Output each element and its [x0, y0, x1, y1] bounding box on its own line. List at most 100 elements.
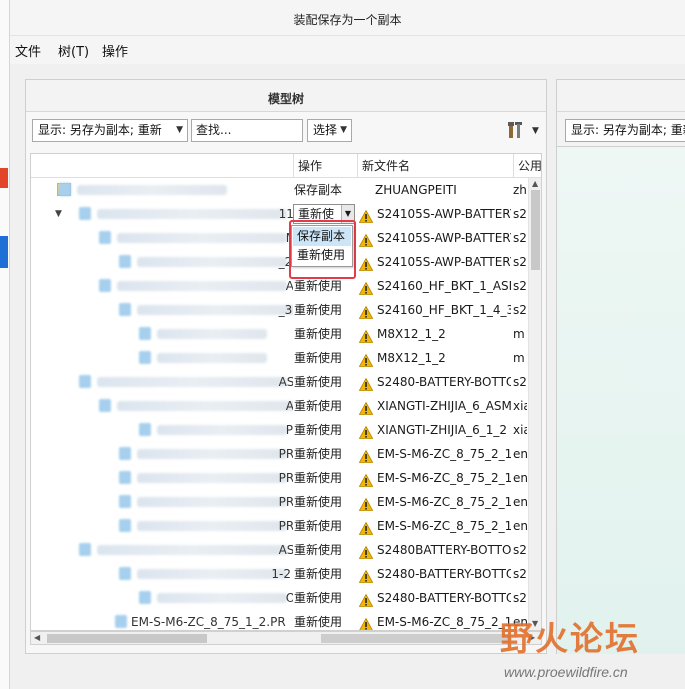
tree-node-name[interactable]: M [31, 226, 293, 250]
table-row[interactable]: PR 重新使用 EM-S-M6-ZC_8_75_2_1 en [31, 466, 527, 490]
table-row[interactable]: _2 S24105S-AWP-BATTERY s2 [31, 250, 527, 274]
operation-cell[interactable]: 重新使用 [293, 514, 355, 538]
new-filename-cell[interactable]: EM-S-M6-ZC_8_75_2_1 [357, 466, 511, 490]
table-row[interactable]: PR 重新使用 EM-S-M6-ZC_8_75_2_1 en [31, 442, 527, 466]
menu-actions[interactable]: 操作 [102, 41, 128, 60]
tree-node-name[interactable]: PR [31, 442, 293, 466]
common-name-cell[interactable]: en [513, 490, 527, 514]
new-filename-cell[interactable]: XIANGTI-ZHIJIA_6_1_2 [357, 418, 511, 442]
common-name-cell[interactable]: en [513, 442, 527, 466]
table-row[interactable]: PR 重新使用 EM-S-M6-ZC_8_75_2_1 en [31, 490, 527, 514]
operation-cell[interactable]: 重新使用 [293, 346, 355, 370]
tree-node-name[interactable]: _3 [31, 298, 293, 322]
tree-node-name[interactable]: _2 [31, 250, 293, 274]
tree-node-name[interactable]: ▼ 11 [31, 202, 293, 226]
menu-file[interactable]: 文件 [15, 41, 41, 60]
common-name-cell[interactable]: xia [513, 394, 527, 418]
table-row[interactable]: ▼ 11 重新使 ▼ S24105S-AWP-BATTERY s2 [31, 202, 527, 226]
right-display-filter-combo[interactable]: 显示: 另存为副本; 重新 [565, 119, 685, 142]
menu-tree[interactable]: 树(T) [58, 41, 89, 60]
common-name-cell[interactable]: s2 [513, 562, 527, 586]
common-name-cell[interactable]: s2 [513, 538, 527, 562]
tree-node-name[interactable] [31, 346, 293, 370]
tree-node-name[interactable]: EM-S-M6-ZC_8_75_1_2.PR [31, 610, 293, 630]
table-row[interactable]: 保存副本 ZHUANGPEITI zh [31, 178, 527, 202]
common-name-cell[interactable]: m [513, 322, 527, 346]
new-filename-cell[interactable]: EM-S-M6-ZC_8_75_2_1 [357, 442, 511, 466]
operation-cell[interactable]: 重新使用 [293, 538, 355, 562]
table-row[interactable]: EM-S-M6-ZC_8_75_1_2.PR 重新使用 EM-S-M6-ZC_8_7… [31, 610, 527, 630]
dropdown-option-save-copy[interactable]: 保存副本 [293, 227, 351, 246]
tree-node-name[interactable]: A [31, 394, 293, 418]
search-input[interactable]: 查找... [191, 119, 303, 142]
vertical-scrollbar[interactable]: ▲ ▼ [528, 178, 541, 630]
tree-node-name[interactable]: 1-2 [31, 562, 293, 586]
scroll-left-icon[interactable]: ◀ [34, 633, 40, 642]
common-name-cell[interactable]: s2 [513, 586, 527, 610]
operation-cell[interactable]: 重新使用 [293, 610, 355, 630]
operation-cell[interactable]: 重新使用 [293, 442, 355, 466]
new-filename-cell[interactable]: S24105S-AWP-BATTERY [357, 226, 511, 250]
common-name-cell[interactable]: s2 [513, 298, 527, 322]
vertical-scroll-thumb[interactable] [531, 190, 540, 270]
tree-node-name[interactable] [31, 322, 293, 346]
common-name-cell[interactable]: s2 [513, 226, 527, 250]
tools-button[interactable]: ▼ [504, 120, 542, 142]
horizontal-scroll-thumb-right[interactable] [321, 634, 511, 643]
tree-node-name[interactable]: PR [31, 514, 293, 538]
common-name-cell[interactable]: s2 [513, 202, 527, 226]
operation-cell[interactable]: 重新使用 [293, 466, 355, 490]
new-filename-cell[interactable]: S2480-BATTERY-BOTTO [357, 562, 511, 586]
tree-node-name[interactable]: PR [31, 490, 293, 514]
new-filename-cell[interactable]: ZHUANGPEITI [357, 178, 511, 202]
table-row[interactable]: P重新使用 XIANGTI-ZHIJIA_6_1_2 xia [31, 418, 527, 442]
new-filename-cell[interactable]: S2480-BATTERY-BOTTO [357, 370, 511, 394]
column-header-operation[interactable]: 操作 [293, 154, 357, 178]
expand-toggle-icon[interactable]: ▼ [55, 202, 62, 226]
column-header-common[interactable]: 公用 [513, 154, 541, 178]
table-row[interactable]: A重新使用 XIANGTI-ZHIJIA_6_ASMxia [31, 394, 527, 418]
operation-cell[interactable]: 重新使用 [293, 490, 355, 514]
new-filename-cell[interactable]: M8X12_1_2 [357, 322, 511, 346]
table-row[interactable]: _3 重新使用 S24160_HF_BKT_1_4_3_ s2 [31, 298, 527, 322]
tree-node-name[interactable]: AS [31, 538, 293, 562]
table-row[interactable]: 重新使用 M8X12_1_2 m [31, 346, 527, 370]
new-filename-cell[interactable]: S24105S-AWP-BATTERY [357, 250, 511, 274]
display-filter-combo[interactable]: 显示: 另存为副本; 重新 ▼ [32, 119, 188, 142]
tree-node-name[interactable]: O [31, 586, 293, 610]
common-name-cell[interactable]: zh [513, 178, 527, 202]
new-filename-cell[interactable]: XIANGTI-ZHIJIA_6_ASM [357, 394, 511, 418]
table-row[interactable]: AS 重新使用 S2480-BATTERY-BOTTO s2 [31, 370, 527, 394]
scroll-up-icon[interactable]: ▲ [532, 179, 538, 188]
dropdown-option-reuse[interactable]: 重新使用 [293, 246, 351, 265]
tree-node-name[interactable]: P [31, 418, 293, 442]
operation-dropdown-list[interactable]: 保存副本 重新使用 [291, 225, 353, 267]
table-row[interactable]: PR 重新使用 EM-S-M6-ZC_8_75_2_1 en [31, 514, 527, 538]
table-row[interactable]: A重新使用S24160_HF_BKT_1_ASMs2 [31, 274, 527, 298]
new-filename-cell[interactable]: S2480BATTERY-BOTTO [357, 538, 511, 562]
new-filename-cell[interactable]: S24105S-AWP-BATTERY [357, 202, 511, 226]
operation-cell[interactable]: 重新使用 [293, 322, 355, 346]
new-filename-cell[interactable]: M8X12_1_2 [357, 346, 511, 370]
tree-node-name[interactable] [31, 178, 293, 202]
table-row[interactable]: 重新使用 M8X12_1_2 m [31, 322, 527, 346]
new-filename-cell[interactable]: S2480-BATTERY-BOTTO [357, 586, 511, 610]
select-combo[interactable]: 选择 ▼ [307, 119, 352, 142]
tree-node-name[interactable]: AS [31, 370, 293, 394]
table-row[interactable]: M S24105S-AWP-BATTERYs2 [31, 226, 527, 250]
new-filename-cell[interactable]: EM-S-M6-ZC_8_75_2_1 [357, 514, 511, 538]
horizontal-scroll-thumb[interactable] [47, 634, 207, 643]
operation-cell[interactable]: 重新使用 [293, 418, 355, 442]
common-name-cell[interactable]: en [513, 514, 527, 538]
table-row[interactable]: AS 重新使用 S2480BATTERY-BOTTO s2 [31, 538, 527, 562]
operation-cell[interactable]: 重新使用 [293, 298, 355, 322]
common-name-cell[interactable]: m [513, 346, 527, 370]
operation-cell[interactable]: 重新使用 [293, 586, 355, 610]
common-name-cell[interactable]: s2 [513, 370, 527, 394]
operation-cell[interactable]: 重新使用 [293, 370, 355, 394]
common-name-cell[interactable]: en [513, 466, 527, 490]
operation-cell[interactable]: 重新使用 [293, 562, 355, 586]
common-name-cell[interactable]: s2 [513, 274, 527, 298]
new-filename-cell[interactable]: S24160_HF_BKT_1_4_3_ [357, 298, 511, 322]
operation-cell[interactable]: 保存副本 [293, 178, 355, 202]
